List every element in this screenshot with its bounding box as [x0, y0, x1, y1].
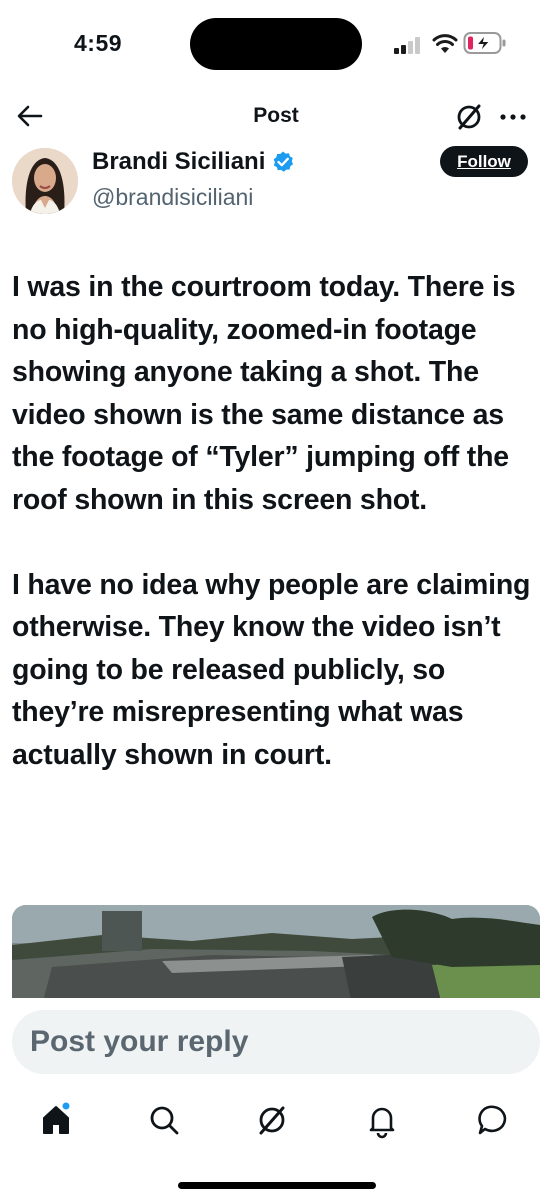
- search-icon[interactable]: [144, 1100, 184, 1140]
- reply-input[interactable]: [12, 1010, 540, 1074]
- aerial-footage-thumbnail: [12, 905, 540, 1005]
- grok-icon[interactable]: [252, 1100, 292, 1140]
- reply-bar: [0, 998, 552, 1082]
- tweet-media-image[interactable]: [12, 905, 540, 1005]
- cellular-signal-icon: [394, 36, 424, 54]
- battery-charging-icon: [463, 32, 506, 54]
- messages-icon[interactable]: [474, 1100, 514, 1140]
- author-name-row: Brandi Siciliani: [92, 146, 295, 178]
- author-handle[interactable]: @brandisiciliani: [92, 184, 253, 211]
- follow-button[interactable]: Follow: [440, 146, 528, 177]
- avatar-photo: [12, 148, 78, 214]
- notifications-icon[interactable]: [362, 1100, 402, 1140]
- tweet-paragraph: I was in the courtroom today. There is n…: [12, 271, 516, 516]
- post-header: Post: [0, 92, 552, 142]
- wifi-icon: [432, 34, 458, 53]
- home-icon[interactable]: [36, 1100, 76, 1140]
- tweet-paragraph: I have no idea why people are claiming o…: [12, 568, 531, 771]
- status-time: 4:59: [74, 30, 123, 56]
- author-display-name[interactable]: Brandi Siciliani: [92, 148, 265, 176]
- status-bar: 4:59: [0, 0, 552, 92]
- tweet-text: I was in the courtroom today. There is n…: [12, 266, 542, 776]
- avatar[interactable]: [12, 148, 78, 214]
- more-icon[interactable]: [496, 100, 530, 134]
- bottom-tab-bar: [0, 1086, 552, 1156]
- grok-icon[interactable]: [452, 100, 486, 134]
- dynamic-island: [190, 18, 362, 70]
- home-indicator: [178, 1182, 376, 1189]
- verified-badge-icon: [274, 151, 294, 172]
